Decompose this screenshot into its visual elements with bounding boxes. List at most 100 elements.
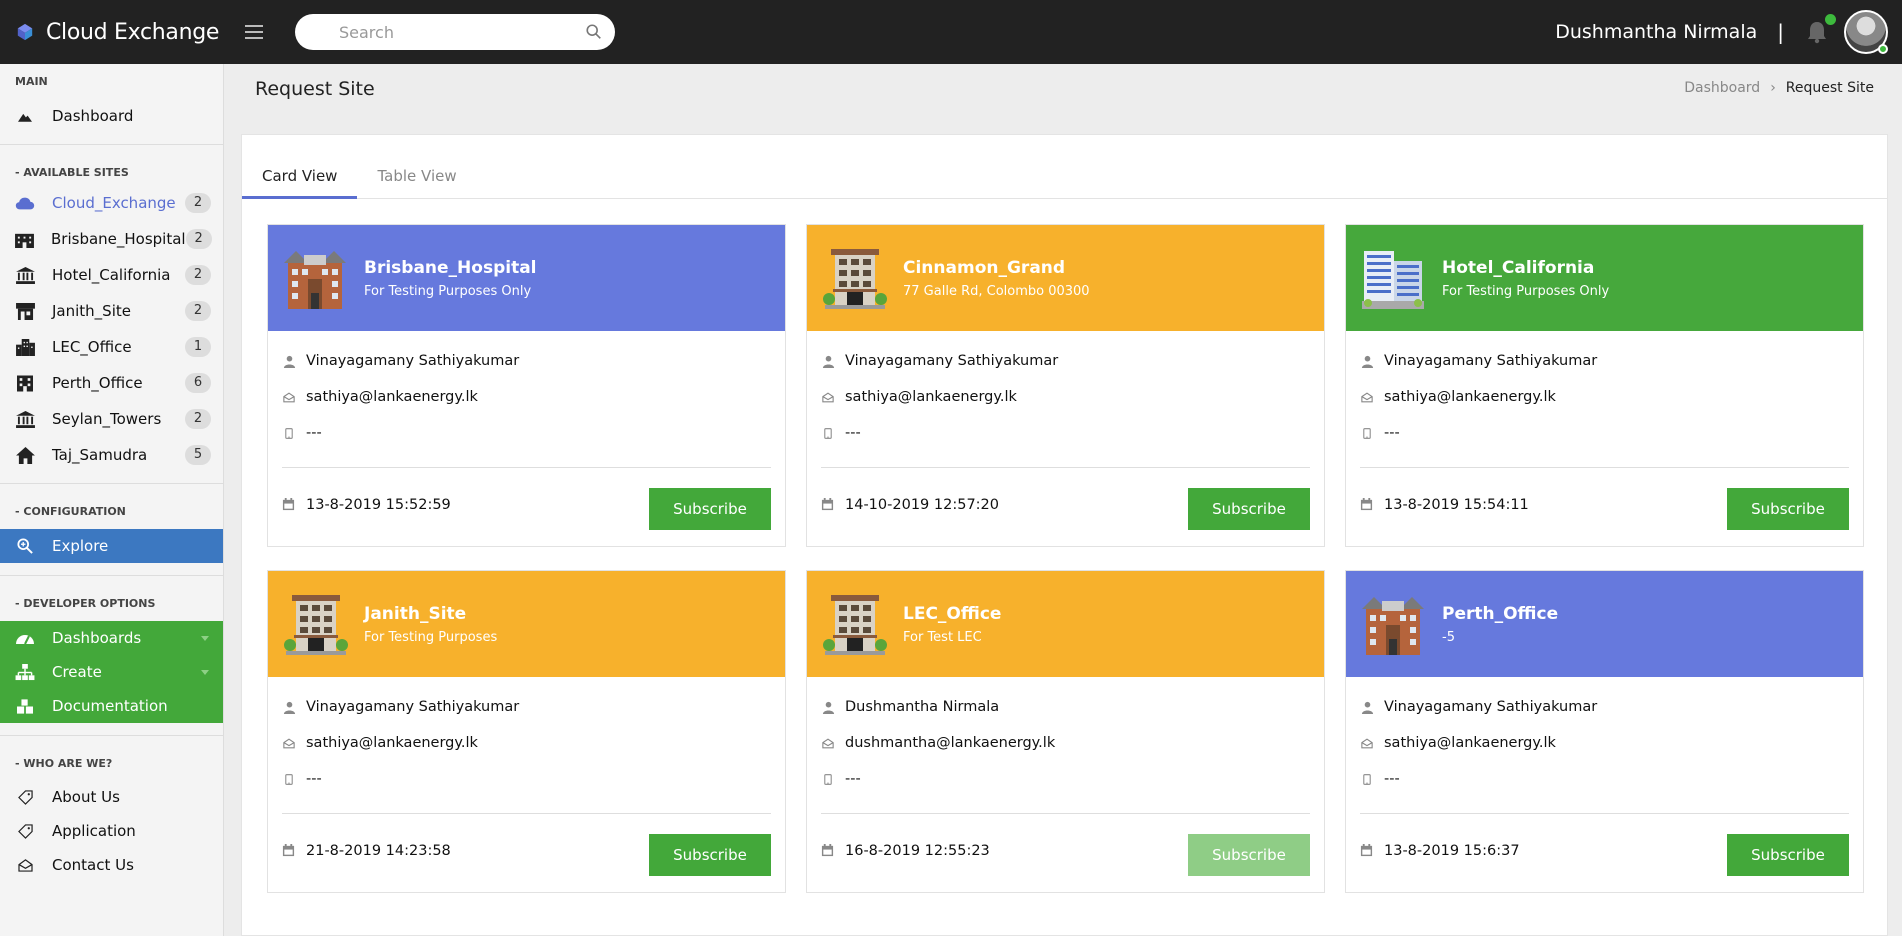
tab-table-view[interactable]: Table View bbox=[357, 157, 476, 199]
user-name[interactable]: Dushmantha Nirmala bbox=[1555, 21, 1757, 43]
sidebar-item-label: Hotel_California bbox=[52, 266, 171, 284]
sidebar-item-label: Cloud_Exchange bbox=[52, 194, 176, 212]
owner-phone: --- bbox=[845, 771, 861, 787]
count-badge: 5 bbox=[185, 445, 211, 465]
sidebar-item-label: Taj_Samudra bbox=[52, 446, 148, 464]
date-row: 14-10-2019 12:57:20 bbox=[821, 497, 999, 513]
sidebar-item-application[interactable]: Application bbox=[0, 814, 223, 848]
phone-row: --- bbox=[821, 415, 1310, 451]
sidebar-item-janith-site[interactable]: Janith_Site 2 bbox=[0, 293, 223, 329]
notification-bell-icon[interactable] bbox=[1806, 14, 1836, 44]
subscribe-button[interactable]: Subscribe bbox=[1188, 488, 1310, 530]
calendar-icon bbox=[1360, 844, 1374, 858]
building-illustration-icon bbox=[819, 243, 889, 313]
search-box[interactable] bbox=[295, 14, 615, 50]
created-date: 13-8-2019 15:6:37 bbox=[1384, 843, 1520, 859]
count-badge: 2 bbox=[185, 301, 211, 321]
card-divider bbox=[821, 467, 1310, 468]
owner-phone: --- bbox=[1384, 425, 1400, 441]
section-title-config: - CONFIGURATION bbox=[15, 505, 126, 518]
office-building-icon bbox=[15, 374, 35, 392]
chevron-down-icon bbox=[201, 669, 209, 675]
card-header: Brisbane_Hospital For Testing Purposes On… bbox=[268, 225, 785, 331]
search-input[interactable] bbox=[339, 22, 601, 42]
breadcrumb-current: Request Site bbox=[1785, 80, 1874, 96]
site-card: Janith_Site For Testing Purposes Vinayagam… bbox=[267, 570, 786, 893]
date-row: 13-8-2019 15:52:59 bbox=[282, 497, 451, 513]
sidebar-item-dashboards[interactable]: Dashboards bbox=[0, 621, 223, 655]
subscribe-button[interactable]: Subscribe bbox=[649, 488, 771, 530]
card-footer: 14-10-2019 12:57:20 Subscribe bbox=[807, 488, 1324, 530]
sidebar-item-contact-us[interactable]: Contact Us bbox=[0, 848, 223, 882]
date-row: 21-8-2019 14:23:58 bbox=[282, 843, 451, 859]
tab-card-view[interactable]: Card View bbox=[242, 157, 358, 199]
mountain-icon bbox=[15, 107, 35, 125]
sidebar-item-dashboard[interactable]: Dashboard bbox=[0, 98, 223, 134]
card-footer: 16-8-2019 12:55:23 Subscribe bbox=[807, 834, 1324, 876]
section-title-sites: - AVAILABLE SITES bbox=[15, 166, 129, 179]
sidebar-item-seylan-towers[interactable]: Seylan_Towers 2 bbox=[0, 401, 223, 437]
card-divider bbox=[282, 813, 771, 814]
sidebar: MAIN Dashboard - AVAILABLE SITES Cloud_E… bbox=[0, 64, 224, 936]
email-row: sathiya@lankaenergy.lk bbox=[282, 379, 771, 415]
email-row: sathiya@lankaenergy.lk bbox=[282, 725, 771, 761]
owner-name: Vinayagamany Sathiyakumar bbox=[306, 353, 520, 369]
search-icon[interactable] bbox=[585, 23, 603, 41]
user-icon bbox=[282, 700, 296, 714]
sidebar-item-documentation[interactable]: Documentation bbox=[0, 689, 223, 723]
sidebar-item-lec-office[interactable]: LEC_Office 1 bbox=[0, 329, 223, 365]
site-card: Hotel_California For Testing Purposes Onl… bbox=[1345, 224, 1864, 547]
sidebar-item-cloud-exchange[interactable]: Cloud_Exchange 2 bbox=[0, 185, 223, 221]
store-icon bbox=[15, 302, 35, 320]
calendar-icon bbox=[282, 498, 296, 512]
owner-email: sathiya@lankaenergy.lk bbox=[1384, 735, 1556, 751]
envelope-open-icon bbox=[821, 736, 835, 750]
breadcrumb-link[interactable]: Dashboard bbox=[1684, 80, 1760, 96]
sidebar-item-hotel-california[interactable]: Hotel_California 2 bbox=[0, 257, 223, 293]
user-icon bbox=[1360, 354, 1374, 368]
sidebar-item-create[interactable]: Create bbox=[0, 655, 223, 689]
subscribe-button[interactable]: Subscribe bbox=[1727, 488, 1849, 530]
subscribe-button[interactable]: Subscribe bbox=[1188, 834, 1310, 876]
subscribe-button[interactable]: Subscribe bbox=[1727, 834, 1849, 876]
card-divider bbox=[1360, 467, 1849, 468]
home-icon bbox=[15, 446, 35, 464]
sidebar-item-brisbane-hospital[interactable]: Brisbane_Hospital 2 bbox=[0, 221, 223, 257]
sidebar-item-explore[interactable]: Explore bbox=[0, 529, 223, 563]
card-subtitle: For Testing Purposes bbox=[364, 629, 498, 645]
page-title: Request Site bbox=[255, 78, 375, 100]
envelope-open-icon bbox=[1360, 390, 1374, 404]
site-card: Perth_Office -5 Vinayagamany Sathiyakumar s… bbox=[1345, 570, 1864, 893]
sidebar-item-perth-office[interactable]: Perth_Office 6 bbox=[0, 365, 223, 401]
sidebar-item-taj-samudra[interactable]: Taj_Samudra 5 bbox=[0, 437, 223, 473]
card-divider bbox=[821, 813, 1310, 814]
brand[interactable]: Cloud Exchange bbox=[0, 20, 230, 45]
menu-toggle-icon[interactable] bbox=[245, 25, 263, 39]
card-footer: 13-8-2019 15:6:37 Subscribe bbox=[1346, 834, 1863, 876]
date-row: 13-8-2019 15:54:11 bbox=[1360, 497, 1529, 513]
subscribe-button[interactable]: Subscribe bbox=[649, 834, 771, 876]
created-date: 21-8-2019 14:23:58 bbox=[306, 843, 451, 859]
site-card: Cinnamon_Grand 77 Galle Rd, Colombo 00300… bbox=[806, 224, 1325, 547]
card-footer: 21-8-2019 14:23:58 Subscribe bbox=[268, 834, 785, 876]
card-title: Cinnamon_Grand bbox=[903, 257, 1066, 278]
card-subtitle: For Testing Purposes Only bbox=[364, 283, 532, 299]
sidebar-item-label: About Us bbox=[52, 788, 120, 806]
phone-row: --- bbox=[1360, 761, 1849, 797]
count-badge: 2 bbox=[185, 193, 211, 213]
card-divider bbox=[1360, 813, 1849, 814]
section-title-main: MAIN bbox=[15, 75, 48, 88]
calendar-icon bbox=[821, 498, 835, 512]
owner-phone: --- bbox=[845, 425, 861, 441]
sidebar-item-label: Brisbane_Hospital bbox=[51, 230, 186, 248]
owner-email: sathiya@lankaenergy.lk bbox=[306, 735, 478, 751]
section-title-dev: - DEVELOPER OPTIONS bbox=[15, 597, 156, 610]
envelope-open-icon bbox=[1360, 736, 1374, 750]
mobile-phone-icon bbox=[1360, 772, 1374, 786]
sidebar-item-about-us[interactable]: About Us bbox=[0, 780, 223, 814]
card-divider bbox=[282, 467, 771, 468]
avatar[interactable] bbox=[1844, 10, 1888, 54]
owner-email: sathiya@lankaenergy.lk bbox=[845, 389, 1017, 405]
sidebar-item-label: Dashboards bbox=[52, 629, 142, 647]
mobile-phone-icon bbox=[282, 426, 296, 440]
